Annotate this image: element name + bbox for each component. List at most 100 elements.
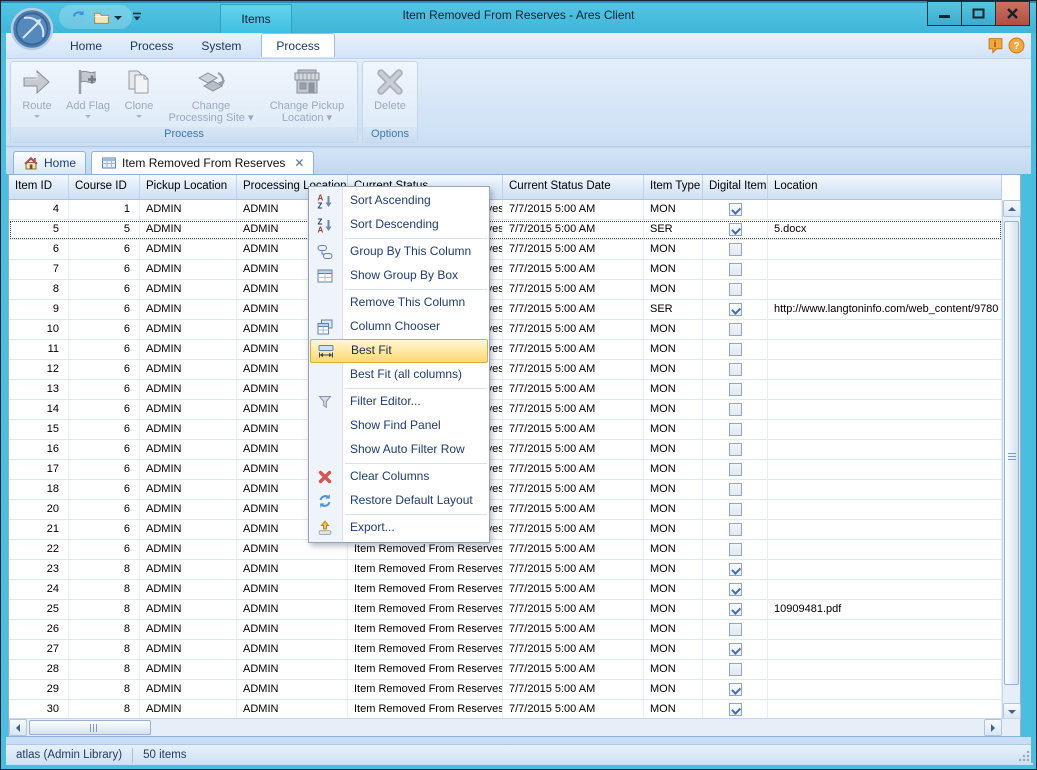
digital-item-checkbox[interactable] [729, 663, 742, 676]
digital-item-checkbox[interactable] [729, 223, 742, 236]
menu-item-remove-this-column[interactable]: Remove This Column [309, 291, 489, 315]
add-flag-button[interactable]: Add Flag [61, 64, 115, 127]
dropdown-arrow-icon[interactable] [114, 16, 122, 24]
doc-tab-item-removed-from-reserves[interactable]: Item Removed From Reserves ✕ [91, 151, 314, 174]
help-icon[interactable]: ? [1008, 37, 1025, 54]
digital-item-checkbox[interactable] [729, 503, 742, 516]
horizontal-scrollbar[interactable] [9, 718, 1020, 736]
menu-item-show-auto-filter-row[interactable]: Show Auto Filter Row [309, 438, 489, 462]
digital-item-checkbox[interactable] [729, 523, 742, 536]
ribbon-tab-home[interactable]: Home [56, 34, 116, 57]
route-button[interactable]: Route [13, 64, 61, 127]
doc-tab-home[interactable]: Home [13, 151, 86, 174]
table-row-item-5[interactable]: 55ADMINADMINItem Removed From Reserves7/… [9, 220, 1002, 240]
column-header-location[interactable]: Location [768, 175, 1002, 200]
table-row-item-30[interactable]: 308ADMINADMINItem Removed From Reserves7… [9, 700, 1002, 720]
table-row-item-23[interactable]: 238ADMINADMINItem Removed From Reserves7… [9, 560, 1002, 580]
horizontal-scroll-thumb[interactable] [29, 720, 151, 735]
ares-bow-logo-icon[interactable] [10, 7, 54, 51]
table-row-item-14[interactable]: 146ADMINADMINItem Removed From Reserves7… [9, 400, 1002, 420]
clone-button[interactable]: Clone [115, 64, 163, 127]
column-header-current-status-date[interactable]: Current Status Date [503, 175, 644, 200]
menu-item-sort-descending[interactable]: ZASort Descending [309, 213, 489, 237]
digital-item-checkbox[interactable] [729, 643, 742, 656]
menu-item-clear-columns[interactable]: Clear Columns [309, 465, 489, 489]
table-row-item-15[interactable]: 156ADMINADMINItem Removed From Reserves7… [9, 420, 1002, 440]
resize-grip-icon[interactable] [1018, 750, 1030, 762]
ribbon-tab-process[interactable]: Process [116, 34, 187, 57]
table-row-item-21[interactable]: 216ADMINADMINItem Removed From Reserves7… [9, 520, 1002, 540]
menu-item-sort-ascending[interactable]: AZSort Ascending [309, 189, 489, 213]
table-row-item-27[interactable]: 278ADMINADMINItem Removed From Reserves7… [9, 640, 1002, 660]
toolbar-options-icon[interactable] [129, 9, 145, 25]
sync-icon[interactable] [70, 9, 87, 26]
menu-item-show-group-by-box[interactable]: Show Group By Box [309, 264, 489, 288]
scroll-right-icon[interactable] [984, 719, 1002, 736]
table-row-item-24[interactable]: 248ADMINADMINItem Removed From Reserves7… [9, 580, 1002, 600]
feedback-icon[interactable]: i [987, 37, 1004, 54]
digital-item-checkbox[interactable] [729, 363, 742, 376]
table-row-item-6[interactable]: 66ADMINADMINItem Removed From Reserves7/… [9, 240, 1002, 260]
table-row-item-4[interactable]: 41ADMINADMINItem Removed From Reserves7/… [9, 200, 1002, 220]
digital-item-checkbox[interactable] [729, 343, 742, 356]
column-header-course-id[interactable]: Course ID [69, 175, 140, 200]
menu-item-restore-default-layout[interactable]: Restore Default Layout [309, 489, 489, 513]
folder-icon[interactable] [93, 9, 110, 26]
digital-item-checkbox[interactable] [729, 323, 742, 336]
menu-item-filter-editor[interactable]: Filter Editor... [309, 390, 489, 414]
digital-item-checkbox[interactable] [729, 703, 742, 716]
column-header-pickup-location[interactable]: Pickup Location [140, 175, 237, 200]
table-row-item-17[interactable]: 176ADMINADMINItem Removed From Reserves7… [9, 460, 1002, 480]
column-header-digital-item[interactable]: Digital Item [703, 175, 768, 200]
vertical-scrollbar[interactable] [1002, 200, 1020, 720]
close-icon[interactable] [995, 1, 1030, 26]
vertical-scroll-thumb[interactable] [1004, 221, 1019, 685]
minimize-icon[interactable] [927, 1, 962, 26]
digital-item-checkbox[interactable] [729, 563, 742, 576]
table-row-item-16[interactable]: 166ADMINADMINItem Removed From Reserves7… [9, 440, 1002, 460]
table-row-item-13[interactable]: 136ADMINADMINItem Removed From Reserves7… [9, 380, 1002, 400]
table-row-item-26[interactable]: 268ADMINADMINItem Removed From Reserves7… [9, 620, 1002, 640]
table-row-item-8[interactable]: 86ADMINADMINItem Removed From Reserves7/… [9, 280, 1002, 300]
digital-item-checkbox[interactable] [729, 303, 742, 316]
scroll-up-icon[interactable] [1003, 200, 1021, 217]
table-row-item-28[interactable]: 288ADMINADMINItem Removed From Reserves7… [9, 660, 1002, 680]
digital-item-checkbox[interactable] [729, 623, 742, 636]
column-header-item-id[interactable]: Item ID [9, 175, 69, 200]
menu-item-column-chooser[interactable]: Column Chooser [309, 315, 489, 339]
digital-item-checkbox[interactable] [729, 403, 742, 416]
close-tab-icon[interactable]: ✕ [294, 156, 304, 170]
digital-item-checkbox[interactable] [729, 263, 742, 276]
change-pickup-location-button[interactable]: Change PickupLocation ▾ [259, 64, 355, 127]
digital-item-checkbox[interactable] [729, 603, 742, 616]
digital-item-checkbox[interactable] [729, 543, 742, 556]
menu-item-group-by-this-column[interactable]: Group By This Column [309, 240, 489, 264]
maximize-icon[interactable] [961, 1, 996, 26]
digital-item-checkbox[interactable] [729, 203, 742, 216]
digital-item-checkbox[interactable] [729, 243, 742, 256]
menu-item-best-fit[interactable]: Best Fit [310, 339, 488, 363]
table-row-item-9[interactable]: 96ADMINADMINItem Removed From Reserves7/… [9, 300, 1002, 320]
menu-item-best-fit-all-columns[interactable]: Best Fit (all columns) [309, 363, 489, 387]
ribbon-tab-process-selected[interactable]: Process [261, 33, 334, 57]
menu-item-show-find-panel[interactable]: Show Find Panel [309, 414, 489, 438]
table-row-item-25[interactable]: 258ADMINADMINItem Removed From Reserves7… [9, 600, 1002, 620]
table-row-item-29[interactable]: 298ADMINADMINItem Removed From Reserves7… [9, 680, 1002, 700]
digital-item-checkbox[interactable] [729, 483, 742, 496]
digital-item-checkbox[interactable] [729, 383, 742, 396]
change-processing-site-button[interactable]: ChangeProcessing Site ▾ [163, 64, 259, 127]
table-row-item-7[interactable]: 76ADMINADMINItem Removed From Reserves7/… [9, 260, 1002, 280]
scroll-left-icon[interactable] [9, 719, 27, 736]
delete-button[interactable]: Delete [365, 64, 415, 127]
table-row-item-12[interactable]: 126ADMINADMINItem Removed From Reserves7… [9, 360, 1002, 380]
digital-item-checkbox[interactable] [729, 583, 742, 596]
table-row-item-10[interactable]: 106ADMINADMINItem Removed From Reserves7… [9, 320, 1002, 340]
menu-item-export[interactable]: Export... [309, 516, 489, 540]
table-row-item-11[interactable]: 116ADMINADMINItem Removed From Reserves7… [9, 340, 1002, 360]
table-row-item-20[interactable]: 206ADMINADMINItem Removed From Reserves7… [9, 500, 1002, 520]
digital-item-checkbox[interactable] [729, 463, 742, 476]
column-header-item-type[interactable]: Item Type [644, 175, 703, 200]
table-row-item-22[interactable]: 226ADMINADMINItem Removed From Reserves7… [9, 540, 1002, 560]
digital-item-checkbox[interactable] [729, 683, 742, 696]
ribbon-tab-system[interactable]: System [187, 34, 255, 57]
